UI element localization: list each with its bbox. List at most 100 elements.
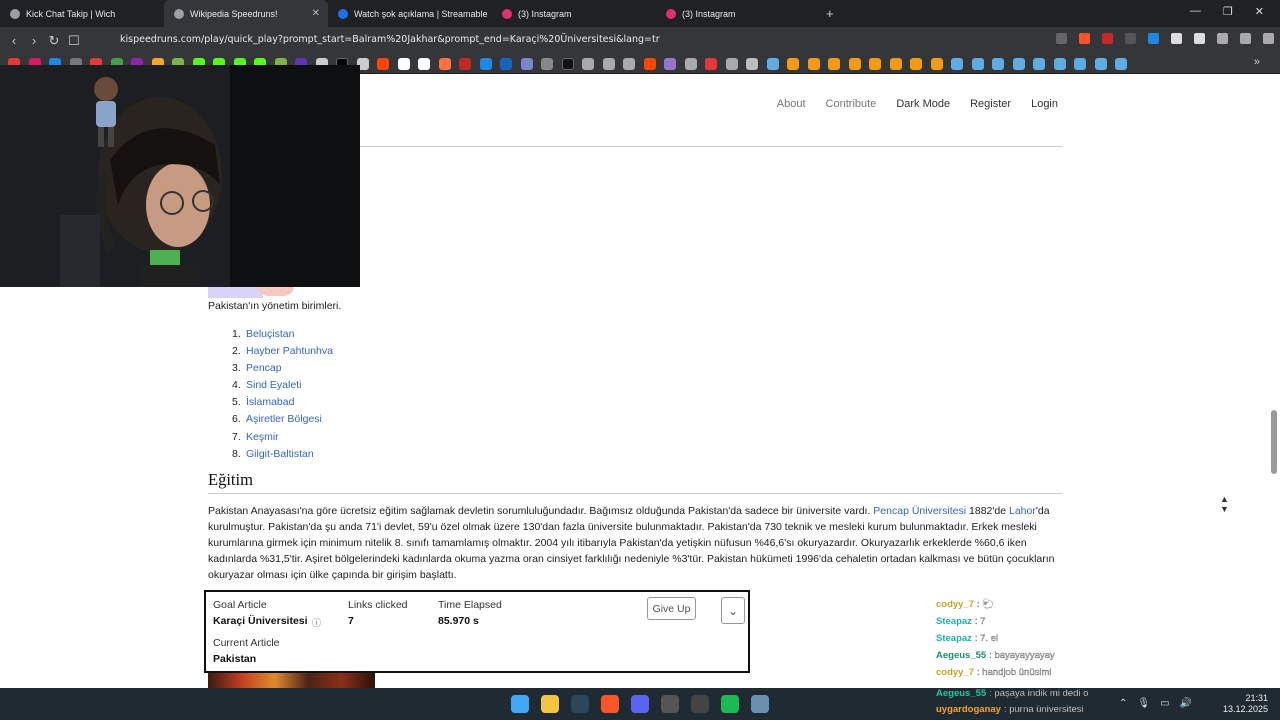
- share-icon[interactable]: [1056, 33, 1067, 44]
- bookmark-icon[interactable]: [705, 57, 717, 70]
- bookmark-icon[interactable]: [828, 57, 840, 70]
- nav-about-link[interactable]: About: [777, 98, 806, 110]
- app-icon[interactable]: [661, 695, 679, 713]
- browser-tab-kick[interactable]: Kick Chat Takip | Wich ✕: [0, 0, 164, 27]
- article-link[interactable]: İslamabad: [246, 394, 294, 411]
- bookmark-icon[interactable]: [787, 57, 799, 70]
- steam-icon[interactable]: [1033, 57, 1045, 70]
- bookmark-icon[interactable]: [479, 57, 492, 70]
- spotify-icon[interactable]: [721, 695, 739, 713]
- bookmark-icon[interactable]: [459, 57, 471, 70]
- steam-icon[interactable]: [971, 57, 984, 70]
- restore-icon[interactable]: ❐: [1223, 5, 1233, 18]
- bookmark-icon[interactable]: [602, 57, 615, 70]
- extension-icon[interactable]: [1102, 33, 1113, 44]
- nav-register-link[interactable]: Register: [970, 98, 1011, 110]
- chevron-up-icon[interactable]: ⌃: [1119, 698, 1127, 709]
- reddit-icon[interactable]: [643, 57, 656, 70]
- app-icon[interactable]: [691, 695, 709, 713]
- bookmark-icon[interactable]: [664, 57, 676, 70]
- bookmark-icon[interactable]: [561, 57, 574, 70]
- bookmark-icon[interactable]: [418, 57, 430, 70]
- new-tab-button[interactable]: +: [826, 6, 834, 21]
- windows-start-icon[interactable]: [511, 695, 529, 713]
- music-icon[interactable]: [1240, 33, 1251, 44]
- bookmark-icon[interactable]: [438, 57, 451, 70]
- info-icon[interactable]: ⓘ: [312, 616, 321, 629]
- close-tab-icon[interactable]: ✕: [312, 8, 320, 19]
- bookmark-icon[interactable]: [520, 57, 533, 70]
- steam-icon[interactable]: [1094, 57, 1107, 70]
- bookmark-icon[interactable]: [869, 57, 881, 70]
- clock[interactable]: 21:31 13.12.2025: [1223, 693, 1268, 715]
- article-image-fragment: [208, 673, 375, 688]
- forward-button[interactable]: ›: [24, 33, 44, 48]
- article-link[interactable]: Lahor: [1009, 505, 1036, 517]
- steam-icon[interactable]: [1074, 57, 1086, 70]
- reddit-icon[interactable]: [377, 57, 389, 70]
- article-link[interactable]: Gilgit-Baltistan: [246, 446, 314, 463]
- article-link[interactable]: Pencap Üniversitesi: [873, 505, 966, 517]
- steam-icon[interactable]: [571, 695, 589, 713]
- volume-icon[interactable]: 🔊: [1180, 698, 1192, 709]
- scrollbar-thumb[interactable]: [1271, 410, 1277, 474]
- bookmark-icon[interactable]: [541, 57, 553, 70]
- browser-tab-wikipedia-speedruns[interactable]: Wikipedia Speedruns! ✕: [164, 0, 328, 27]
- article-link[interactable]: Beluçistan: [246, 326, 294, 343]
- browser-tab-streamable[interactable]: Watch şok açıklama | Streamable: [328, 0, 492, 27]
- bookmark-icon[interactable]: [582, 57, 594, 70]
- article-link[interactable]: Sind Eyaleti: [246, 377, 301, 394]
- steam-icon[interactable]: [951, 57, 963, 70]
- bookmark-icon[interactable]: [910, 57, 922, 70]
- file-explorer-icon[interactable]: [541, 695, 559, 713]
- article-link[interactable]: Pencap: [246, 360, 282, 377]
- bookmark-icon[interactable]: [623, 57, 635, 70]
- extension-icon[interactable]: [1125, 33, 1136, 44]
- nav-login-link[interactable]: Login: [1031, 98, 1058, 110]
- close-window-icon[interactable]: ✕: [1255, 5, 1264, 18]
- article-link[interactable]: Keşmir: [246, 429, 279, 446]
- bookmark-icon[interactable]: [500, 57, 512, 70]
- brave-icon[interactable]: [601, 695, 619, 713]
- reload-button[interactable]: ↻: [44, 33, 64, 49]
- bookmark-icon[interactable]: [725, 57, 738, 70]
- steam-icon[interactable]: [1115, 57, 1127, 70]
- sidebar-icon[interactable]: [1217, 33, 1228, 44]
- bookmark-icon[interactable]: [807, 57, 820, 70]
- browser-tab-instagram-1[interactable]: (3) Instagram: [492, 0, 656, 27]
- back-button[interactable]: ‹: [4, 33, 24, 48]
- bookmark-icon[interactable]: [684, 57, 697, 70]
- nav-contribute-link[interactable]: Contribute: [826, 98, 877, 110]
- clock-date: 13.12.2025: [1222, 704, 1268, 714]
- minimize-icon[interactable]: —: [1190, 5, 1201, 18]
- article-link[interactable]: Hayber Pahtunhva: [246, 343, 333, 360]
- extension-icon[interactable]: [1148, 33, 1159, 44]
- brave-shield-icon[interactable]: [1079, 33, 1090, 44]
- network-icon[interactable]: ▭: [1160, 698, 1169, 709]
- more-bookmarks-button[interactable]: »: [1254, 56, 1260, 68]
- menu-icon[interactable]: [1263, 33, 1274, 44]
- chat-username: Aegeus_55: [936, 650, 987, 661]
- bookmark-icon[interactable]: [889, 57, 902, 70]
- browser-tab-instagram-2[interactable]: (3) Instagram: [656, 0, 820, 27]
- steam-icon[interactable]: [766, 57, 779, 70]
- expand-button[interactable]: ⌄: [721, 597, 745, 624]
- extension-icon[interactable]: [1171, 33, 1182, 44]
- address-bar[interactable]: kispeedruns.com/play/quick_play?prompt_s…: [120, 34, 660, 45]
- extension-icon[interactable]: [1194, 33, 1205, 44]
- bookmark-icon[interactable]: [930, 57, 943, 70]
- steam-icon[interactable]: [1012, 57, 1025, 70]
- ordered-list: 1. Beluçistan 2. Hayber Pahtunhva 3. Pencap…: [232, 326, 333, 463]
- discord-icon[interactable]: [631, 695, 649, 713]
- bookmark-icon[interactable]: ☐: [64, 33, 84, 49]
- bookmark-icon[interactable]: [848, 57, 861, 70]
- steam-icon[interactable]: [1053, 57, 1066, 70]
- app-icon[interactable]: [751, 695, 769, 713]
- steam-icon[interactable]: [992, 57, 1004, 70]
- give-up-button[interactable]: Give Up: [647, 597, 696, 620]
- article-link[interactable]: Aşiretler Bölgesi: [246, 411, 322, 428]
- dark-mode-toggle[interactable]: Dark Mode: [896, 98, 950, 110]
- folder-icon[interactable]: [746, 57, 758, 70]
- bookmark-icon[interactable]: [397, 57, 410, 70]
- microphone-icon[interactable]: 🎙: [1137, 698, 1150, 709]
